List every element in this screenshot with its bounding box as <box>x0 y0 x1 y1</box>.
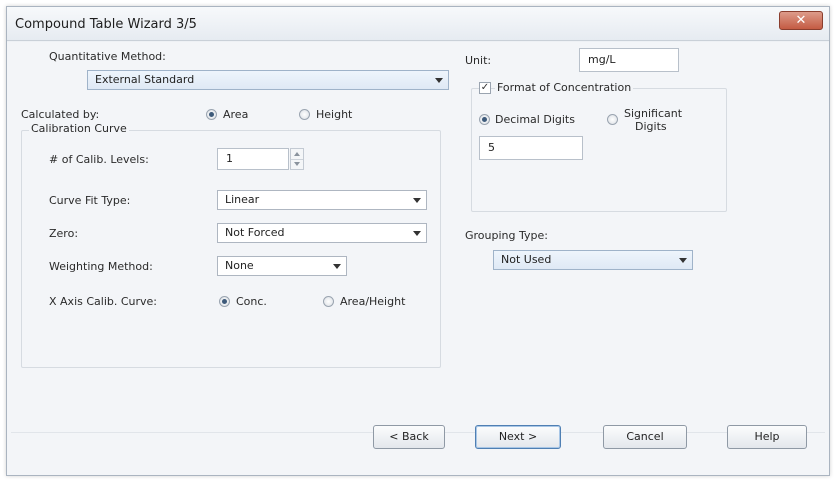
quantitative-method-select[interactable]: External Standard <box>87 70 449 90</box>
digits-value: 5 <box>488 141 495 154</box>
calib-levels-label: # of Calib. Levels: <box>49 153 149 166</box>
calib-levels-value: 1 <box>226 152 233 165</box>
zero-select[interactable]: Not Forced <box>217 223 427 243</box>
curve-fit-type-value: Linear <box>225 193 260 206</box>
significant-digits-label-line1: Significant <box>624 107 683 120</box>
back-button[interactable]: < Back <box>373 425 445 449</box>
chevron-down-icon <box>679 258 687 263</box>
calculated-by-label: Calculated by: <box>21 108 100 121</box>
grouping-type-label: Grouping Type: <box>465 229 548 242</box>
calib-levels-spinner[interactable] <box>290 148 304 170</box>
spinner-divider <box>291 159 303 160</box>
chevron-down-icon <box>413 198 421 203</box>
unit-label: Unit: <box>465 54 492 67</box>
quantitative-method-value: External Standard <box>95 73 195 86</box>
zero-label: Zero: <box>49 227 79 240</box>
digits-input[interactable]: 5 <box>479 136 583 160</box>
format-of-concentration-checkbox[interactable]: ✓ <box>479 82 491 94</box>
weighting-method-select[interactable]: None <box>217 256 347 276</box>
compound-table-wizard-dialog: Compound Table Wizard 3/5 ✕ Quantitative… <box>6 6 830 476</box>
curve-fit-type-label: Curve Fit Type: <box>49 194 131 207</box>
wizard-content: Quantitative Method: External Standard C… <box>7 42 829 475</box>
window-title: Compound Table Wizard 3/5 <box>15 17 197 32</box>
decimal-digits-label: Decimal Digits <box>495 113 575 126</box>
conc-radio[interactable] <box>219 296 230 307</box>
title-bar: Compound Table Wizard 3/5 ✕ <box>7 7 829 41</box>
format-of-concentration-label: Format of Concentration <box>495 81 634 94</box>
zero-value: Not Forced <box>225 226 285 239</box>
chevron-down-icon <box>333 264 341 269</box>
weighting-method-label: Weighting Method: <box>49 260 153 273</box>
decimal-digits-radio[interactable] <box>479 114 490 125</box>
height-radio[interactable] <box>299 109 310 120</box>
spin-down-icon <box>294 162 300 166</box>
chevron-down-icon <box>413 231 421 236</box>
unit-value: mg/L <box>588 53 616 66</box>
help-button[interactable]: Help <box>727 425 807 449</box>
check-icon: ✓ <box>480 82 490 93</box>
grouping-type-select[interactable]: Not Used <box>493 250 693 270</box>
x-axis-calib-curve-label: X Axis Calib. Curve: <box>49 295 158 308</box>
curve-fit-type-select[interactable]: Linear <box>217 190 427 210</box>
calibration-curve-group-label: Calibration Curve <box>29 122 129 135</box>
quantitative-method-label: Quantitative Method: <box>49 50 166 63</box>
close-icon: ✕ <box>795 13 807 28</box>
unit-input[interactable]: mg/L <box>579 48 679 72</box>
grouping-type-value: Not Used <box>501 253 552 266</box>
height-radio-label: Height <box>316 108 353 121</box>
weighting-method-value: None <box>225 259 254 272</box>
chevron-down-icon <box>435 78 443 83</box>
area-radio-label: Area <box>223 108 249 121</box>
calib-levels-input[interactable]: 1 <box>217 148 289 170</box>
significant-digits-label-line2: Digits <box>635 120 667 133</box>
area-radio[interactable] <box>206 109 217 120</box>
cancel-button[interactable]: Cancel <box>603 425 687 449</box>
close-button[interactable]: ✕ <box>779 11 823 30</box>
spin-up-icon <box>294 152 300 156</box>
area-height-radio-label: Area/Height <box>340 295 406 308</box>
significant-digits-radio[interactable] <box>607 114 618 125</box>
conc-radio-label: Conc. <box>236 295 267 308</box>
next-button[interactable]: Next > <box>475 425 561 449</box>
area-height-radio[interactable] <box>323 296 334 307</box>
